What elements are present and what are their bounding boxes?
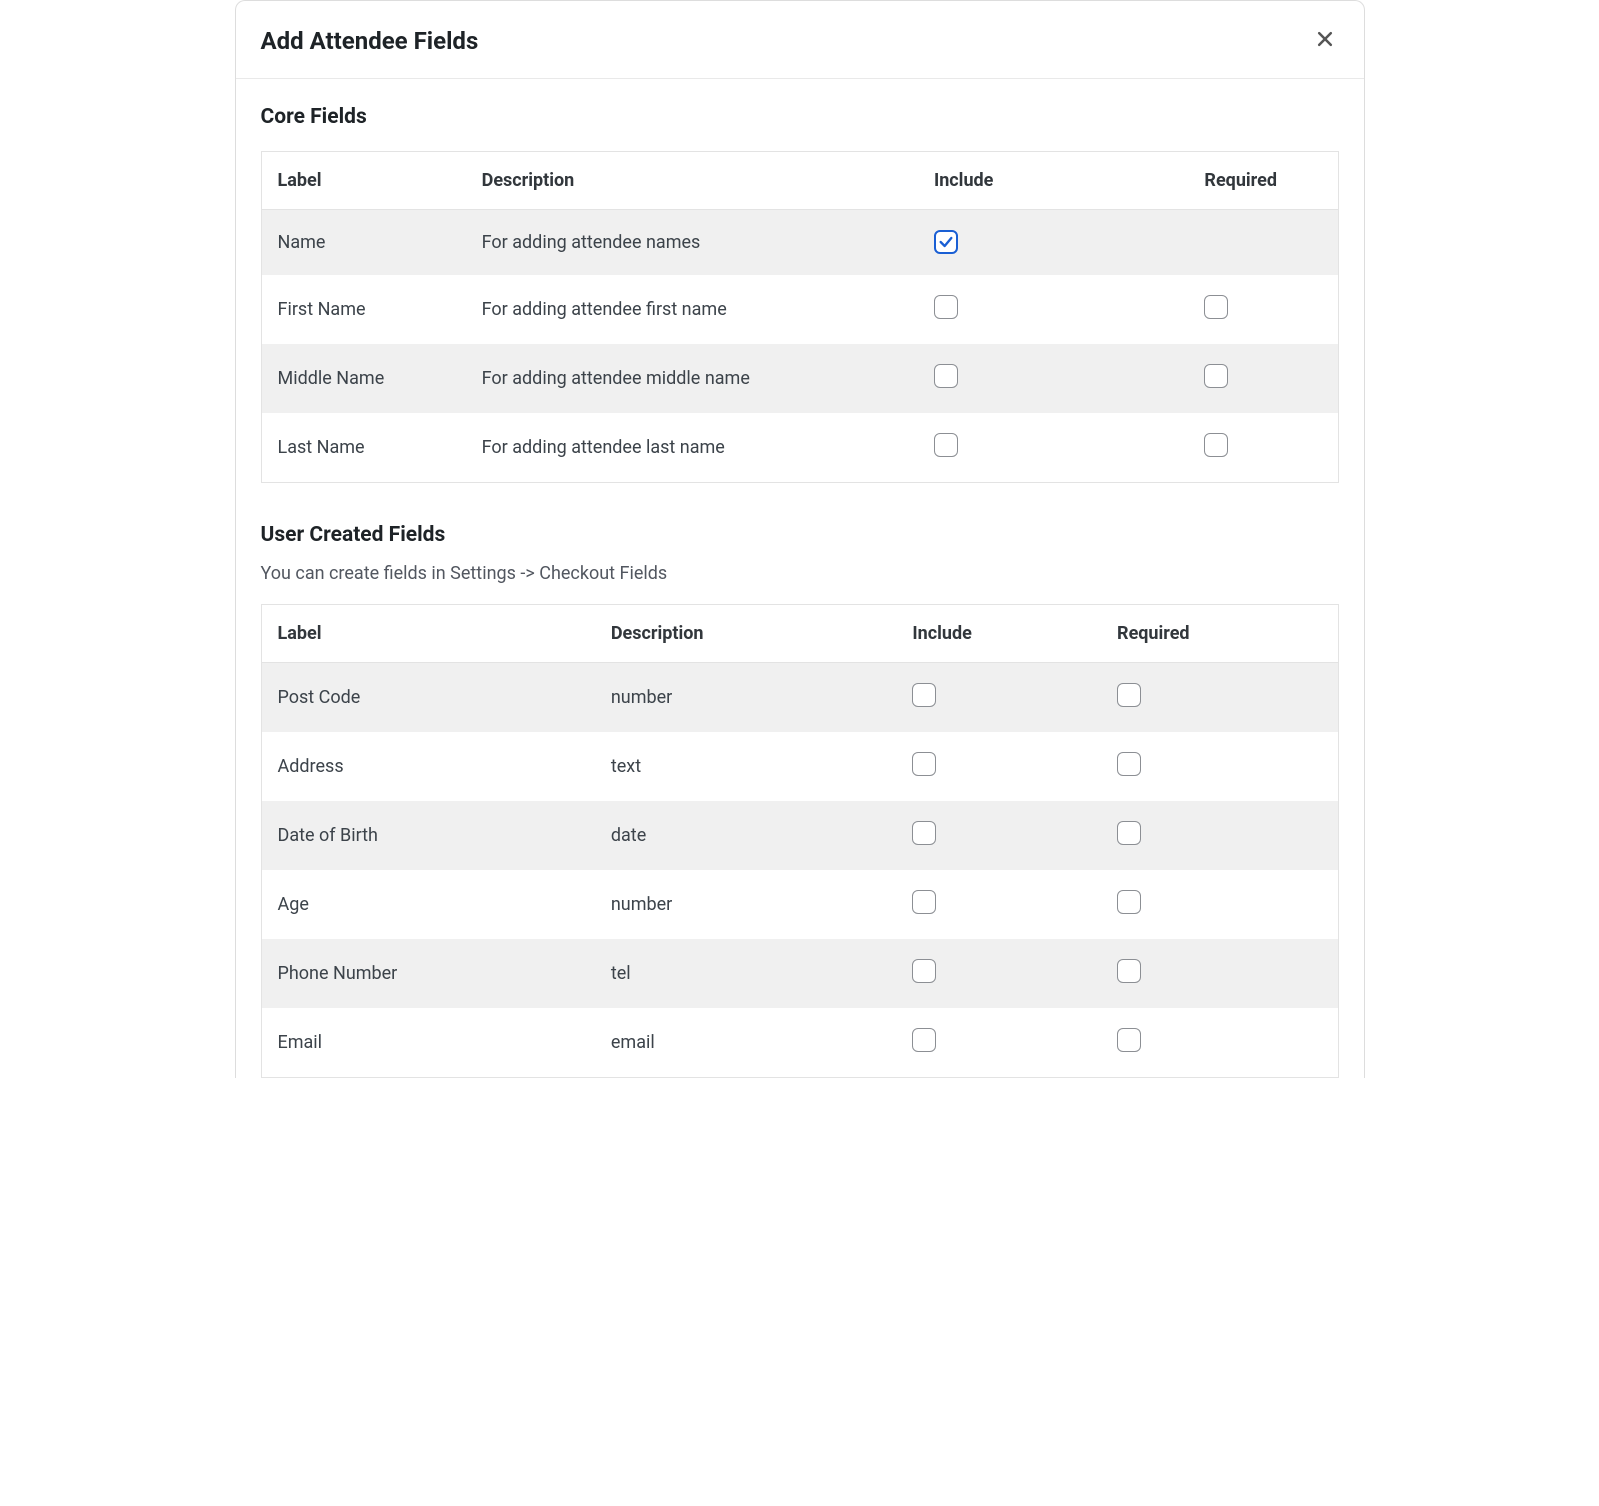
cell-label: Date of Birth	[261, 801, 595, 870]
core-fields-table: Label Description Include Required NameF…	[261, 151, 1339, 483]
close-icon	[1315, 29, 1335, 52]
cell-description: number	[595, 663, 897, 733]
cell-description: text	[595, 732, 897, 801]
required-checkbox[interactable]	[1204, 295, 1228, 319]
cell-label: Address	[261, 732, 595, 801]
modal: Add Attendee Fields Core Fields Label De…	[235, 0, 1365, 1078]
cell-required	[1176, 344, 1338, 413]
col-required: Required	[1101, 605, 1338, 663]
required-checkbox[interactable]	[1117, 752, 1141, 776]
cell-include	[918, 413, 1176, 483]
cell-label: Middle Name	[261, 344, 466, 413]
col-label: Label	[261, 152, 466, 210]
cell-label: Email	[261, 1008, 595, 1078]
cell-description: For adding attendee last name	[466, 413, 918, 483]
user-fields-help: You can create fields in Settings -> Che…	[261, 563, 1339, 584]
cell-include	[896, 732, 1101, 801]
cell-include	[918, 275, 1176, 344]
core-fields-title: Core Fields	[261, 105, 1339, 129]
cell-description: For adding attendee first name	[466, 275, 918, 344]
required-checkbox[interactable]	[1117, 683, 1141, 707]
cell-required	[1101, 1008, 1338, 1078]
table-row: Addresstext	[261, 732, 1338, 801]
table-row: Last NameFor adding attendee last name	[261, 413, 1338, 483]
cell-required	[1101, 663, 1338, 733]
cell-label: Last Name	[261, 413, 466, 483]
cell-description: number	[595, 870, 897, 939]
required-checkbox[interactable]	[1117, 821, 1141, 845]
user-fields-table: Label Description Include Required Post …	[261, 604, 1339, 1078]
cell-required	[1101, 732, 1338, 801]
cell-include	[896, 939, 1101, 1008]
include-checkbox[interactable]	[912, 821, 936, 845]
cell-include	[896, 870, 1101, 939]
cell-required	[1101, 801, 1338, 870]
user-fields-title: User Created Fields	[261, 523, 1339, 547]
cell-include	[918, 344, 1176, 413]
table-row: Post Codenumber	[261, 663, 1338, 733]
cell-include	[896, 663, 1101, 733]
required-checkbox[interactable]	[1117, 959, 1141, 983]
table-row: Agenumber	[261, 870, 1338, 939]
include-checkbox[interactable]	[934, 230, 958, 254]
cell-include	[896, 801, 1101, 870]
close-button[interactable]	[1311, 25, 1339, 56]
required-checkbox[interactable]	[1117, 890, 1141, 914]
table-row: Middle NameFor adding attendee middle na…	[261, 344, 1338, 413]
cell-description: tel	[595, 939, 897, 1008]
cell-required	[1101, 870, 1338, 939]
table-header-row: Label Description Include Required	[261, 152, 1338, 210]
col-description: Description	[595, 605, 897, 663]
cell-label: First Name	[261, 275, 466, 344]
include-checkbox[interactable]	[934, 295, 958, 319]
include-checkbox[interactable]	[912, 1028, 936, 1052]
cell-label: Name	[261, 210, 466, 276]
col-required: Required	[1176, 152, 1338, 210]
required-checkbox[interactable]	[1117, 1028, 1141, 1052]
cell-description: email	[595, 1008, 897, 1078]
cell-label: Post Code	[261, 663, 595, 733]
include-checkbox[interactable]	[912, 959, 936, 983]
include-checkbox[interactable]	[912, 752, 936, 776]
table-row: Emailemail	[261, 1008, 1338, 1078]
include-checkbox[interactable]	[912, 890, 936, 914]
table-row: Date of Birthdate	[261, 801, 1338, 870]
cell-description: For adding attendee middle name	[466, 344, 918, 413]
include-checkbox[interactable]	[934, 433, 958, 457]
include-checkbox[interactable]	[934, 364, 958, 388]
modal-header: Add Attendee Fields	[236, 1, 1364, 79]
col-label: Label	[261, 605, 595, 663]
table-row: NameFor adding attendee names	[261, 210, 1338, 276]
cell-label: Phone Number	[261, 939, 595, 1008]
modal-body: Core Fields Label Description Include Re…	[236, 79, 1364, 1078]
col-description: Description	[466, 152, 918, 210]
cell-required	[1176, 210, 1338, 276]
cell-required	[1176, 275, 1338, 344]
cell-description: For adding attendee names	[466, 210, 918, 276]
col-include: Include	[896, 605, 1101, 663]
table-row: First NameFor adding attendee first name	[261, 275, 1338, 344]
modal-title: Add Attendee Fields	[261, 27, 479, 55]
cell-description: date	[595, 801, 897, 870]
cell-label: Age	[261, 870, 595, 939]
cell-required	[1176, 413, 1338, 483]
cell-include	[896, 1008, 1101, 1078]
table-row: Phone Numbertel	[261, 939, 1338, 1008]
required-checkbox[interactable]	[1204, 433, 1228, 457]
table-header-row: Label Description Include Required	[261, 605, 1338, 663]
col-include: Include	[918, 152, 1176, 210]
include-checkbox[interactable]	[912, 683, 936, 707]
required-checkbox[interactable]	[1204, 364, 1228, 388]
cell-include	[918, 210, 1176, 276]
cell-required	[1101, 939, 1338, 1008]
